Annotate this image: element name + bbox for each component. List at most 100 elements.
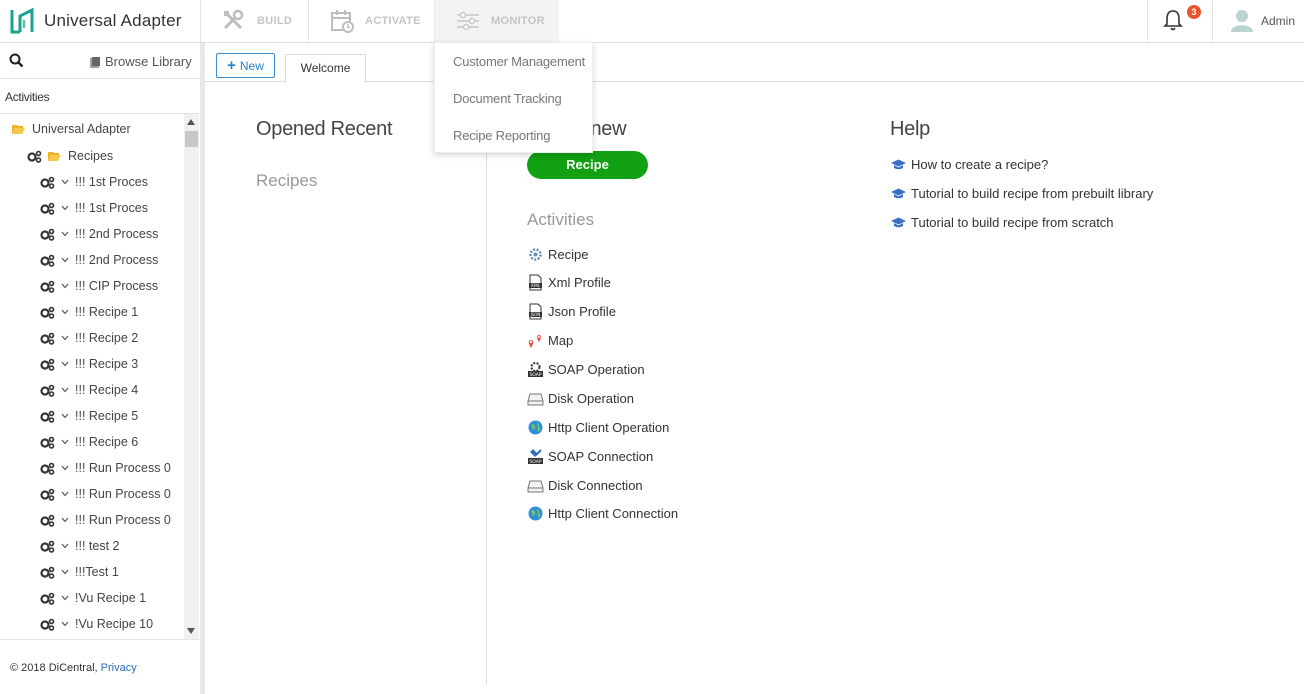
tree-item[interactable]: !Vu Recipe 10 <box>40 614 153 634</box>
menu-item-customer-management[interactable]: Customer Management <box>453 54 585 69</box>
top-header: Universal Adapter BUILD ACTIVATE MONITOR… <box>0 0 1304 43</box>
activity-link[interactable]: Disk Operation <box>527 390 634 407</box>
scroll-thumb[interactable] <box>185 131 198 147</box>
chevron-down-icon[interactable] <box>61 204 69 212</box>
activity-link[interactable]: XML Xml Profile <box>527 274 611 291</box>
tree-item[interactable]: !!! 1st Proces <box>40 172 148 192</box>
svg-text:XML: XML <box>531 283 541 289</box>
gears-icon <box>40 202 55 215</box>
tree-item-label: !!! Recipe 3 <box>75 357 139 371</box>
gears-icon <box>40 228 55 241</box>
activities-header-label: Activities <box>5 90 50 104</box>
svg-text:JSON: JSON <box>530 312 541 317</box>
chevron-down-icon[interactable] <box>61 464 69 472</box>
globe-icon <box>527 505 544 522</box>
tree-item[interactable]: !!! 2nd Process <box>40 250 158 270</box>
graduation-cap-icon <box>891 217 906 228</box>
avatar[interactable] <box>1231 8 1253 32</box>
menu-item-recipe-reporting[interactable]: Recipe Reporting <box>453 128 550 143</box>
chevron-down-icon[interactable] <box>61 438 69 446</box>
activity-link[interactable]: JSON Json Profile <box>527 303 616 320</box>
help-link[interactable]: Tutorial to build recipe from prebuilt l… <box>891 186 1153 201</box>
gears-icon <box>40 618 55 631</box>
nav-monitor[interactable]: MONITOR <box>434 0 559 42</box>
tree-item-label: !!! 1st Proces <box>75 201 148 215</box>
chevron-down-icon[interactable] <box>61 516 69 524</box>
tree-item-label: !!! Recipe 2 <box>75 331 139 345</box>
tree-item[interactable]: !!! Recipe 4 <box>40 380 138 400</box>
nav-build[interactable]: BUILD <box>200 0 308 42</box>
tree-item-label: !!! Recipe 4 <box>75 383 139 397</box>
tree-item[interactable]: !!!Test 1 <box>40 562 119 582</box>
tree-item[interactable]: !!! Recipe 6 <box>40 432 138 452</box>
chevron-down-icon[interactable] <box>61 178 69 186</box>
tree-item[interactable]: !!! CIP Process <box>40 276 158 296</box>
sidebar: Browse Library Activities Universal Adap… <box>0 43 200 694</box>
tree-item-label: !!! 2nd Process <box>75 253 159 267</box>
chevron-down-icon[interactable] <box>61 594 69 602</box>
chevron-down-icon[interactable] <box>61 386 69 394</box>
activity-link-label: SOAP Connection <box>548 449 654 464</box>
privacy-link[interactable]: Privacy <box>101 662 137 674</box>
tree-item[interactable]: !!! Run Process 0 <box>40 458 171 478</box>
chevron-down-icon[interactable] <box>61 360 69 368</box>
tree-item[interactable]: !Vu Recipe 1 <box>40 588 146 608</box>
tree-item[interactable]: !!! Recipe 1 <box>40 302 138 322</box>
tree-node-label: Recipes <box>68 149 114 163</box>
new-button[interactable]: + New <box>216 53 275 78</box>
graduation-cap-icon <box>891 159 906 170</box>
search-icon[interactable] <box>9 53 24 68</box>
chevron-down-icon[interactable] <box>61 230 69 238</box>
tree-item[interactable]: !!! Recipe 5 <box>40 406 138 426</box>
chevron-down-icon[interactable] <box>61 542 69 550</box>
sidebar-footer: © 2018 DiCentral, Privacy <box>0 639 200 694</box>
tree-item[interactable]: !!! Recipe 2 <box>40 328 138 348</box>
book-icon <box>90 56 100 68</box>
nav-activate[interactable]: ACTIVATE <box>308 0 434 42</box>
tab-welcome[interactable]: Welcome <box>285 54 366 83</box>
chevron-down-icon[interactable] <box>61 334 69 342</box>
activity-link[interactable]: Recipe <box>527 246 588 263</box>
chevron-down-icon[interactable] <box>61 620 69 628</box>
activity-link[interactable]: Map <box>527 332 573 349</box>
main-content: + New Welcome Opened Recent Recipes Crea… <box>205 43 1304 694</box>
gears-icon <box>40 332 55 345</box>
chevron-down-icon[interactable] <box>61 490 69 498</box>
map-pin-icon <box>527 332 544 349</box>
tree-item-label: !!! Recipe 6 <box>75 435 139 449</box>
activity-link[interactable]: Disk Connection <box>527 477 643 494</box>
tree-item[interactable]: !!! Run Process 0 <box>40 510 171 530</box>
tree-item-label: !Vu Recipe 1 <box>75 591 147 605</box>
activity-link-label: SOAP Operation <box>548 362 645 377</box>
scroll-up-arrow-icon[interactable] <box>187 119 195 125</box>
tree-node-recipes[interactable]: Recipes <box>27 146 113 166</box>
chevron-down-icon[interactable] <box>61 568 69 576</box>
new-button-label: New <box>239 58 264 73</box>
activity-link[interactable]: Http Client Connection <box>527 505 678 522</box>
browse-library-button[interactable]: Browse Library <box>90 54 192 69</box>
tree-item[interactable]: !!! 2nd Process <box>40 224 158 244</box>
menu-item-document-tracking[interactable]: Document Tracking <box>453 91 562 106</box>
header-divider <box>1212 0 1213 42</box>
app-logo[interactable]: Universal Adapter <box>8 6 182 36</box>
activity-link[interactable]: SOAP SOAP Operation <box>527 361 645 378</box>
bell-icon[interactable] <box>1163 9 1183 31</box>
scroll-down-arrow-icon[interactable] <box>187 628 195 634</box>
help-link[interactable]: How to create a recipe? <box>891 157 1048 172</box>
nav-activate-label: ACTIVATE <box>365 15 421 27</box>
create-recipe-button[interactable]: Recipe <box>527 151 648 179</box>
activity-link[interactable]: Http Client Operation <box>527 419 669 436</box>
tree-item[interactable]: !!! test 2 <box>40 536 119 556</box>
tree-item[interactable]: !!! Recipe 3 <box>40 354 138 374</box>
user-name[interactable]: Admin <box>1261 14 1295 28</box>
chevron-down-icon[interactable] <box>61 308 69 316</box>
tree-item[interactable]: !!! 1st Proces <box>40 198 148 218</box>
tree-node-root[interactable]: Universal Adapter <box>12 119 131 139</box>
sidebar-scrollbar[interactable] <box>184 114 199 639</box>
chevron-down-icon[interactable] <box>61 256 69 264</box>
activity-link[interactable]: SOAP SOAP Connection <box>527 448 653 465</box>
chevron-down-icon[interactable] <box>61 412 69 420</box>
help-link[interactable]: Tutorial to build recipe from scratch <box>891 215 1114 230</box>
chevron-down-icon[interactable] <box>61 282 69 290</box>
tree-item[interactable]: !!! Run Process 0 <box>40 484 171 504</box>
